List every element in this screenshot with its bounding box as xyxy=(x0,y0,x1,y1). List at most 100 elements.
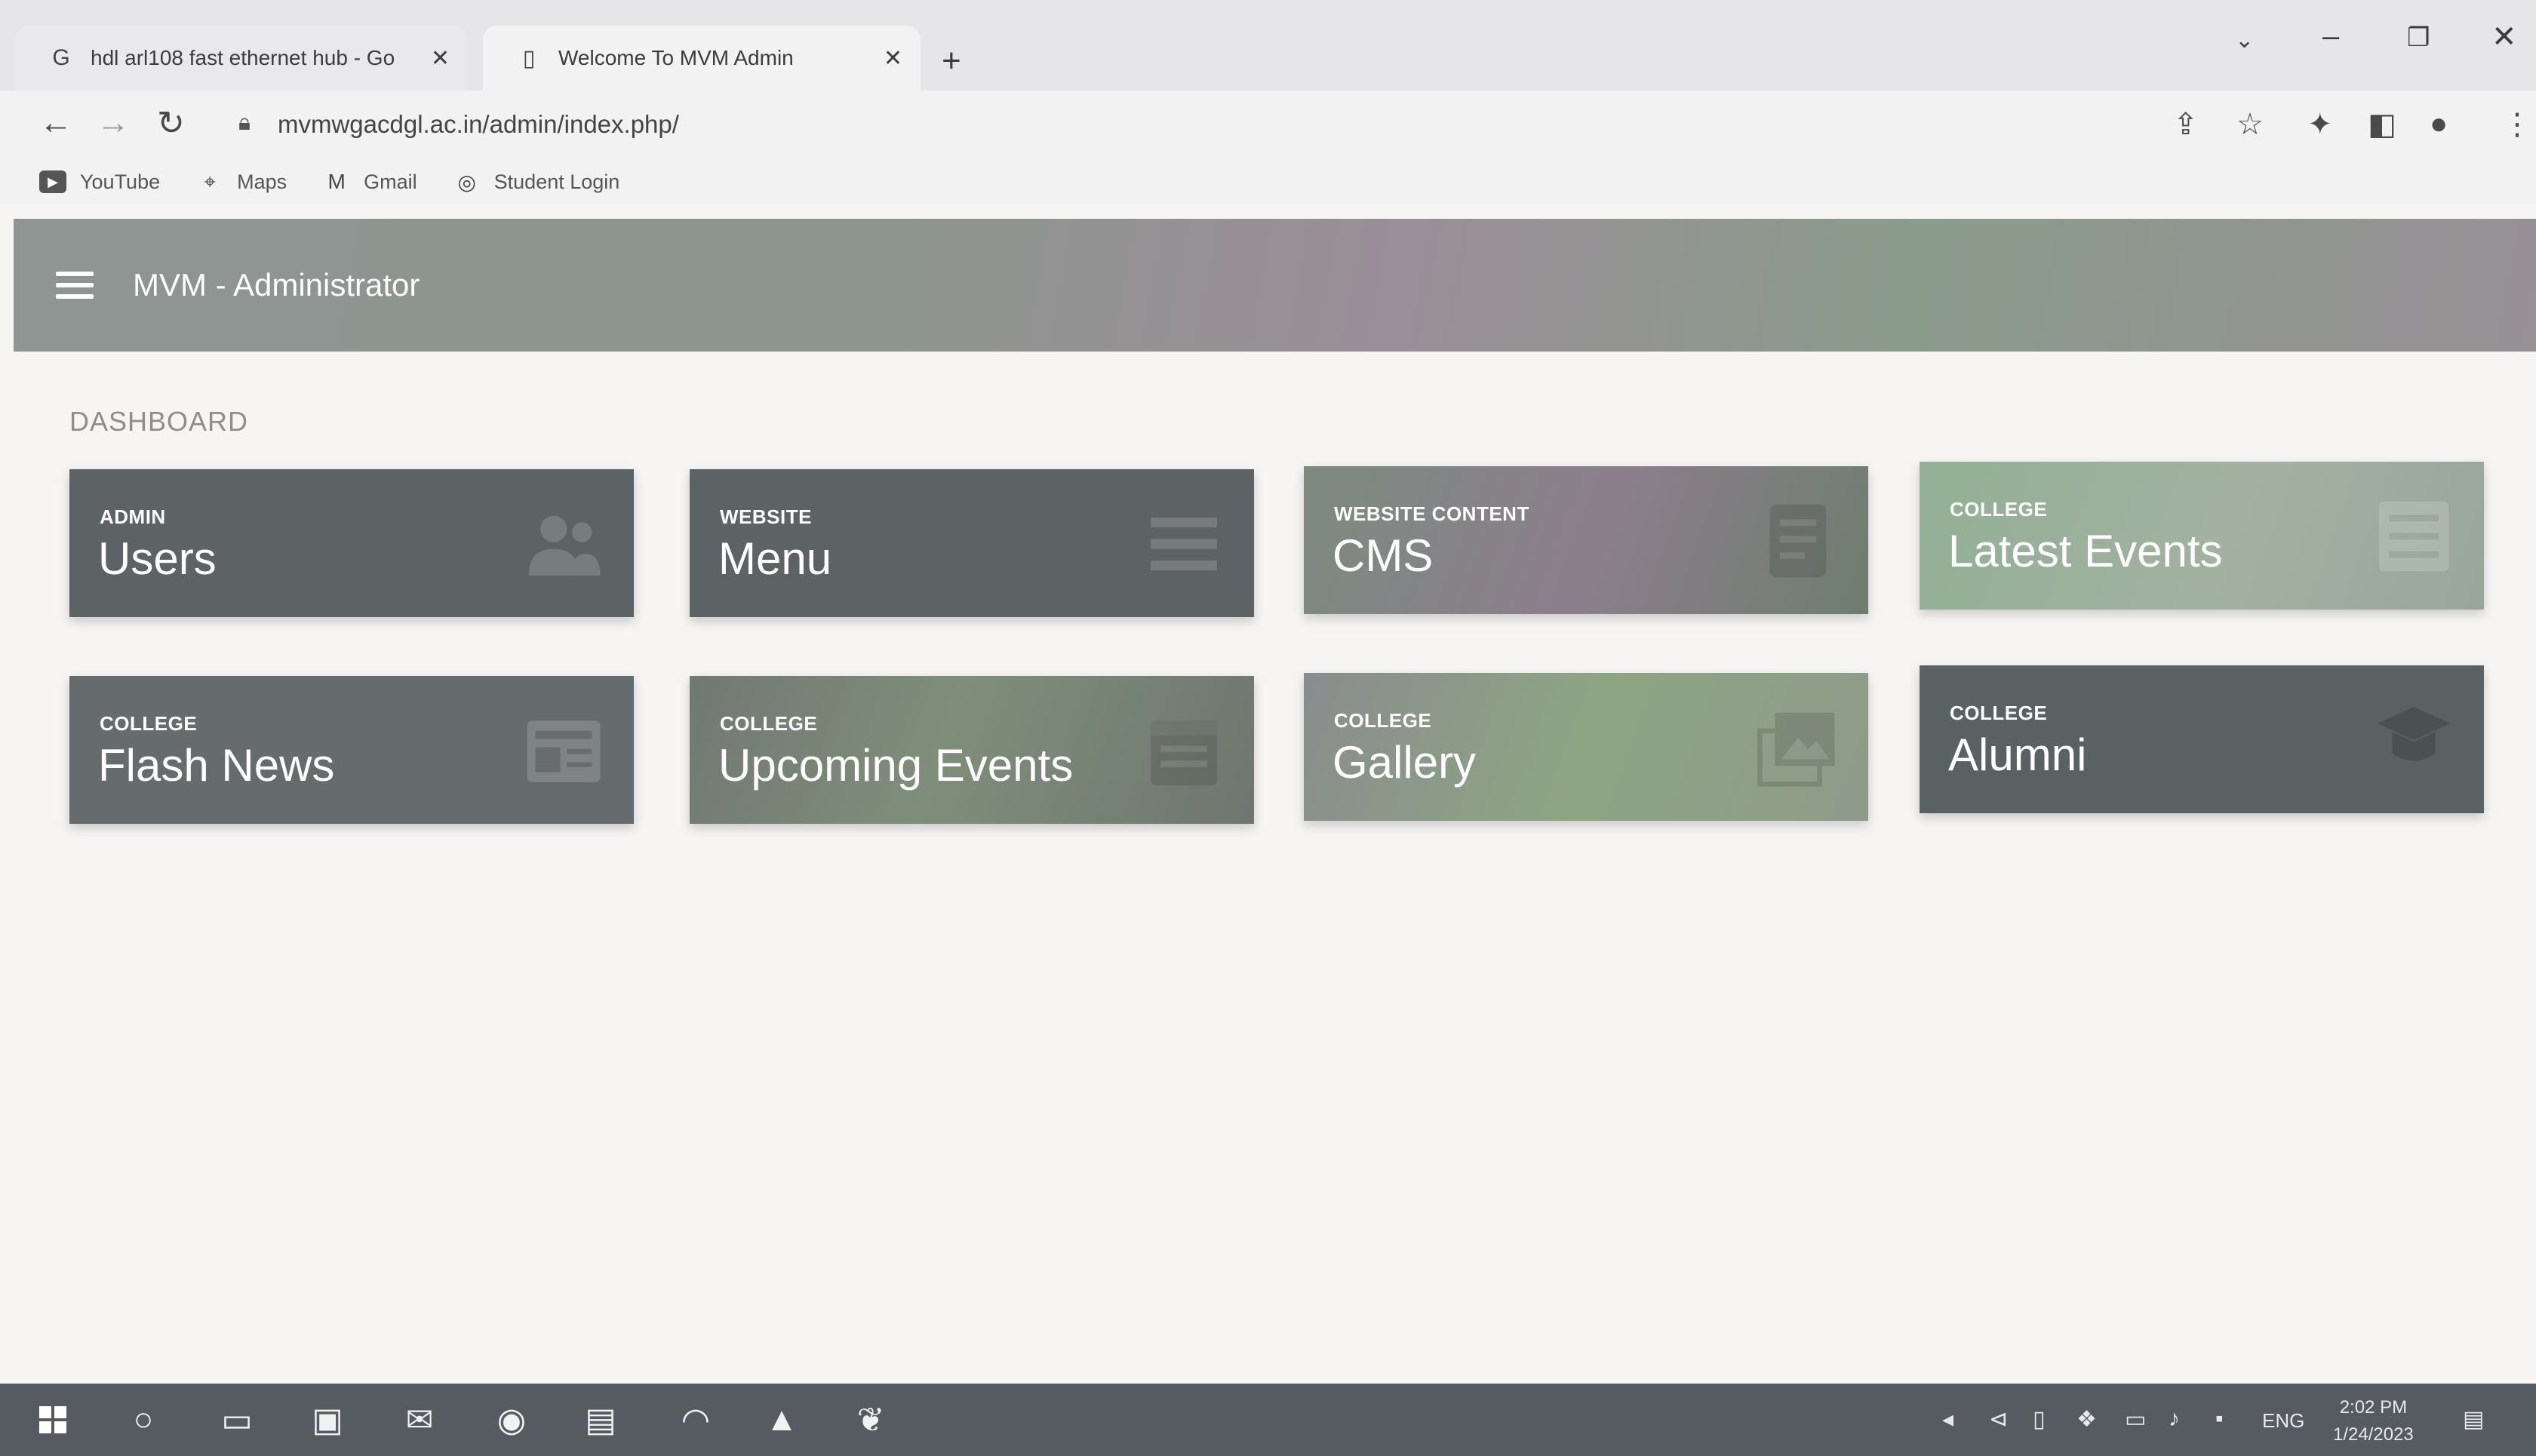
network-monitor-icon[interactable]: ▭ xyxy=(2125,1406,2146,1433)
users-icon xyxy=(528,515,601,576)
browser-chrome: G hdl arl108 fast ethernet hub - Go ✕ ▯ … xyxy=(0,0,2536,205)
bookmark-student-login[interactable]: ◎ Student Login xyxy=(453,170,620,194)
store-bag-icon[interactable]: ▣ xyxy=(305,1397,350,1442)
app-leaf-icon[interactable]: ❦ xyxy=(848,1397,893,1442)
card-title: Upcoming Events xyxy=(718,740,1074,791)
taskbar: ○ ▭ ▣ ✉ ◉ ▤ ◠ ▲ ❦ ◂ ⊲ ▯ ❖ ▭ ♪ ▪ ENG 2:02… xyxy=(0,1384,2536,1456)
dashboard-main: DASHBOARD ADMIN Users WEBSITE Menu WEBSI… xyxy=(14,352,2536,1384)
file-explorer-icon[interactable]: ▭ xyxy=(214,1397,260,1442)
bookmark-label: Gmail xyxy=(364,170,417,193)
volume-icon[interactable]: ♪ xyxy=(2169,1406,2180,1432)
extensions-puzzle-icon[interactable]: ✦ xyxy=(2307,107,2333,142)
bookmark-label: Student Login xyxy=(493,170,620,193)
app-header: MVM - Administrator xyxy=(14,219,2536,352)
mail-icon[interactable]: ✉ xyxy=(397,1397,442,1442)
document-icon xyxy=(1769,504,1827,578)
list-icon xyxy=(2378,501,2449,572)
chrome-browser-icon[interactable]: ◉ xyxy=(489,1397,534,1442)
close-tab-icon[interactable]: ✕ xyxy=(884,45,902,72)
network-arrow-icon[interactable]: ◂ xyxy=(1942,1406,1953,1433)
image-icon xyxy=(1757,712,1835,787)
card-upcoming-events[interactable]: COLLEGE Upcoming Events xyxy=(690,676,1254,824)
card-gallery[interactable]: COLLEGE Gallery xyxy=(1304,673,1868,821)
calendar-icon xyxy=(1151,720,1217,786)
dropbox-icon[interactable]: ❖ xyxy=(2076,1406,2097,1433)
maps-pin-icon: ⌖ xyxy=(204,169,216,193)
side-panel-icon[interactable]: ◧ xyxy=(2368,107,2396,142)
card-category: WEBSITE xyxy=(720,505,812,528)
url-field[interactable]: mvmwgacdgl.ac.in/admin/index.php/ xyxy=(278,110,679,139)
photos-icon[interactable]: ▲ xyxy=(759,1397,804,1442)
bookmark-label: YouTube xyxy=(80,170,161,193)
bookmarks-bar: ▶ YouTube ⌖ Maps M Gmail ◎ Student Login xyxy=(0,158,2536,205)
window-close-icon[interactable]: ✕ xyxy=(2491,20,2517,54)
bookmark-maps[interactable]: ⌖ Maps xyxy=(196,170,287,194)
card-latest-events[interactable]: COLLEGE Latest Events xyxy=(1920,462,2484,610)
app-title: MVM - Administrator xyxy=(133,267,420,303)
bookmark-gmail[interactable]: M Gmail xyxy=(323,170,417,194)
card-category: COLLEGE xyxy=(1950,498,2048,521)
graduate-icon xyxy=(2377,707,2451,761)
menu-list-icon xyxy=(1151,517,1217,571)
language-indicator[interactable]: ENG xyxy=(2262,1409,2304,1433)
card-cms[interactable]: WEBSITE CONTENT CMS xyxy=(1304,466,1868,614)
restore-icon[interactable]: ❐ xyxy=(2407,23,2430,53)
headphones-app-icon[interactable]: ◠ xyxy=(673,1397,718,1442)
tab-title: hdl arl108 fast ethernet hub - Go xyxy=(91,46,395,69)
card-alumni[interactable]: COLLEGE Alumni xyxy=(1920,665,2484,813)
battery-icon[interactable]: ▯ xyxy=(2033,1406,2046,1433)
gmail-icon: M xyxy=(327,170,346,193)
newspaper-icon xyxy=(527,720,601,782)
card-category: COLLEGE xyxy=(1950,702,2048,724)
bookmark-youtube[interactable]: ▶ YouTube xyxy=(39,170,160,194)
address-bar: ← → ↻ 🔒︎ mvmwgacdgl.ac.in/admin/index.ph… xyxy=(0,91,2536,158)
card-title: Users xyxy=(98,533,217,584)
card-category: COLLEGE xyxy=(1334,709,1432,732)
tab-title: Welcome To MVM Admin xyxy=(558,46,794,69)
close-tab-icon[interactable]: ✕ xyxy=(431,45,450,72)
bookmark-star-icon[interactable]: ☆ xyxy=(2236,107,2264,142)
card-users[interactable]: ADMIN Users xyxy=(69,469,634,617)
windows-start-icon[interactable] xyxy=(30,1397,75,1442)
card-title: Flash News xyxy=(98,740,335,791)
globe-icon: ◎ xyxy=(457,170,476,194)
card-category: WEBSITE CONTENT xyxy=(1334,502,1529,525)
card-title: Menu xyxy=(718,533,832,584)
forward-arrow-icon[interactable]: → xyxy=(97,104,130,142)
card-flash-news[interactable]: COLLEGE Flash News xyxy=(69,676,634,824)
new-tab-icon[interactable]: + xyxy=(942,42,961,80)
clock-time: 2:02 PM xyxy=(2339,1397,2408,1418)
tab-search-chevron-icon[interactable]: ⌄ xyxy=(2235,27,2254,54)
card-title: Latest Events xyxy=(1948,526,2223,576)
dashboard-label: DASHBOARD xyxy=(69,406,249,437)
card-category: COLLEGE xyxy=(100,712,198,735)
card-title: Gallery xyxy=(1333,737,1477,788)
search-circle-icon[interactable]: ○ xyxy=(121,1397,166,1442)
card-category: ADMIN xyxy=(100,505,166,528)
browser-tab-admin[interactable]: ▯ Welcome To MVM Admin ✕ xyxy=(483,26,921,91)
youtube-icon: ▶ xyxy=(39,170,66,193)
hamburger-menu-icon[interactable] xyxy=(56,272,94,299)
clock[interactable]: 2:02 PM 1/24/2023 xyxy=(2333,1394,2414,1448)
card-title: Alumni xyxy=(1948,730,2087,780)
notepad-icon[interactable]: ▤ xyxy=(578,1397,623,1442)
tab-strip: G hdl arl108 fast ethernet hub - Go ✕ ▯ … xyxy=(0,0,2536,91)
card-category: COLLEGE xyxy=(720,712,818,735)
profile-avatar-icon[interactable]: ● xyxy=(2430,107,2448,141)
page-icon: ▯ xyxy=(522,45,536,71)
card-title: CMS xyxy=(1333,530,1434,581)
display-icon[interactable]: ▪ xyxy=(2215,1406,2224,1432)
lock-icon[interactable]: 🔒︎ xyxy=(238,110,251,136)
share-icon[interactable]: ⇪ xyxy=(2173,107,2199,142)
google-icon: G xyxy=(52,45,70,70)
card-menu[interactable]: WEBSITE Menu xyxy=(690,469,1254,617)
bookmark-label: Maps xyxy=(237,170,287,193)
browser-tab-search[interactable]: G hdl arl108 fast ethernet hub - Go ✕ xyxy=(15,26,468,91)
notifications-icon[interactable]: ▤ xyxy=(2463,1406,2484,1433)
minimize-icon[interactable]: – xyxy=(2322,20,2339,54)
reload-icon[interactable]: ↻ xyxy=(157,104,185,143)
browser-menu-kebab-icon[interactable]: ⋮ xyxy=(2502,107,2532,142)
clock-date: 1/24/2023 xyxy=(2333,1424,2414,1445)
tray-arrow-icon[interactable]: ⊲ xyxy=(1989,1406,2008,1433)
back-arrow-icon[interactable]: ← xyxy=(39,104,72,142)
